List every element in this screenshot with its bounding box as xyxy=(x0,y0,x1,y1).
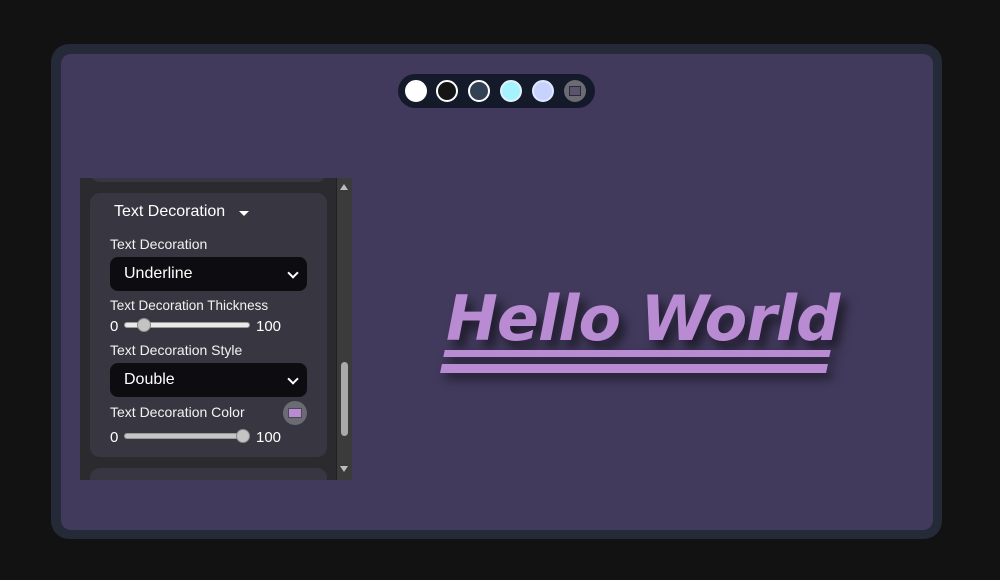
preview-text: Hello World xyxy=(446,282,840,355)
previous-section-card xyxy=(90,178,327,182)
underline-top xyxy=(443,350,831,357)
scrollbar-thumb[interactable] xyxy=(341,362,348,436)
underline-bottom xyxy=(440,364,828,373)
next-section-card xyxy=(90,468,327,480)
opacity-min: 0 xyxy=(110,429,119,446)
opacity-max: 100 xyxy=(256,429,282,446)
color-picker-icon[interactable] xyxy=(564,80,586,102)
thickness-max: 100 xyxy=(256,318,282,335)
section-title-text-decoration[interactable]: Text Decoration xyxy=(114,203,225,221)
decoration-color-button[interactable] xyxy=(283,401,307,425)
text-decoration-label: Text Decoration xyxy=(110,236,208,252)
color-label: Text Decoration Color xyxy=(110,404,245,420)
opacity-slider-track[interactable] xyxy=(124,433,250,439)
swatch-black[interactable] xyxy=(436,80,458,102)
text-decoration-style-select[interactable]: Double xyxy=(110,363,307,397)
text-decoration-select[interactable]: Underline xyxy=(110,257,307,291)
thickness-label: Text Decoration Thickness xyxy=(110,298,269,313)
swatch-lavender[interactable] xyxy=(532,80,554,102)
scroll-up-arrow-icon[interactable] xyxy=(340,184,348,190)
chevron-down-icon xyxy=(287,267,299,279)
scroll-down-arrow-icon[interactable] xyxy=(340,466,348,472)
chevron-down-icon xyxy=(287,373,299,385)
style-label: Text Decoration Style xyxy=(110,342,243,358)
color-swatch-icon xyxy=(288,408,302,418)
swatch-cyan[interactable] xyxy=(500,80,522,102)
style-select-value: Double xyxy=(124,371,175,388)
thickness-slider-thumb[interactable] xyxy=(137,318,151,332)
swatch-slate[interactable] xyxy=(468,80,490,102)
thickness-min: 0 xyxy=(110,318,119,335)
text-decoration-select-value: Underline xyxy=(124,265,193,282)
caret-down-icon[interactable] xyxy=(239,211,249,216)
opacity-slider-thumb[interactable] xyxy=(236,429,250,443)
swatch-white[interactable] xyxy=(405,80,427,102)
